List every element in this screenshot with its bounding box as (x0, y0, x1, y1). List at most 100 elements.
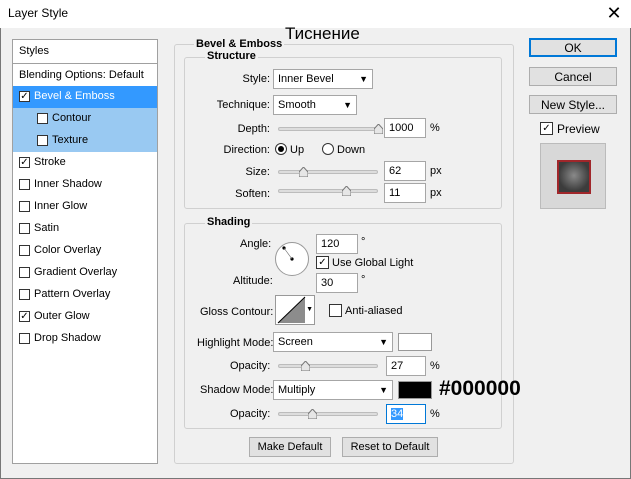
shadow-opacity-unit: % (430, 408, 440, 420)
style-item-checkbox[interactable] (19, 289, 30, 300)
size-slider-thumb[interactable] (298, 166, 309, 178)
style-item-checkbox[interactable] (19, 267, 30, 278)
depth-slider-thumb[interactable] (373, 123, 384, 135)
style-item-texture[interactable]: Texture (13, 130, 157, 152)
style-item-checkbox[interactable] (19, 179, 30, 190)
highlight-mode-label: Highlight Mode: (197, 337, 274, 349)
style-item-contour[interactable]: Contour (13, 108, 157, 130)
style-item-label: Bevel & Emboss (34, 90, 115, 102)
style-item-label: Color Overlay (34, 244, 102, 256)
shadow-opacity-label: Opacity: (230, 408, 271, 420)
angle-label: Angle: (240, 238, 272, 250)
size-slider[interactable] (278, 170, 378, 174)
style-item-label: Inner Shadow (34, 178, 102, 190)
cancel-button[interactable]: Cancel (529, 67, 617, 86)
make-default-button[interactable]: Make Default (249, 437, 331, 457)
reset-to-default-button[interactable]: Reset to Default (342, 437, 438, 457)
style-item-inner-glow[interactable]: Inner Glow (13, 196, 157, 218)
style-item-checkbox[interactable] (37, 135, 48, 146)
depth-unit: % (430, 122, 440, 134)
highlight-color-swatch[interactable] (398, 333, 432, 351)
style-item-outer-glow[interactable]: ✓ Outer Glow (13, 306, 157, 328)
shadow-color-swatch[interactable] (398, 381, 432, 399)
soften-input[interactable]: 11 (384, 183, 426, 203)
preview-label: Preview (557, 122, 600, 136)
style-item-label: Contour (52, 112, 92, 124)
highlight-opacity-label: Opacity: (230, 360, 271, 372)
style-item-pattern-overlay[interactable]: Pattern Overlay (13, 284, 157, 306)
soften-slider[interactable] (278, 189, 378, 193)
style-item-stroke[interactable]: ✓ Stroke (13, 152, 157, 174)
style-item-bevel-emboss[interactable]: ✓ Bevel & Emboss (13, 86, 157, 108)
style-item-gradient-overlay[interactable]: Gradient Overlay (13, 262, 157, 284)
style-item-inner-shadow[interactable]: Inner Shadow (13, 174, 157, 196)
style-item-checkbox[interactable] (37, 113, 48, 124)
depth-input[interactable]: 1000 (384, 118, 426, 138)
styles-header[interactable]: Styles (13, 40, 157, 64)
style-item-label: Pattern Overlay (34, 288, 111, 300)
close-icon[interactable]: ✕ (604, 2, 624, 24)
style-item-label: Inner Glow (34, 200, 88, 212)
style-dropdown[interactable]: Inner Bevel ▼ (273, 69, 373, 89)
depth-slider[interactable] (278, 127, 378, 131)
new-style-button[interactable]: New Style... (529, 95, 617, 114)
direction-up-radio[interactable] (275, 143, 287, 155)
altitude-input[interactable]: 30 (316, 273, 358, 293)
overlay-title-ru: Тиснение (285, 24, 360, 43)
style-item-satin[interactable]: Satin (13, 218, 157, 240)
angle-unit: ° (361, 236, 366, 248)
style-label: Style: (242, 73, 270, 85)
style-item-checkbox[interactable] (19, 245, 30, 256)
chevron-down-icon: ▼ (359, 74, 368, 84)
style-item-color-overlay[interactable]: Color Overlay (13, 240, 157, 262)
altitude-unit: ° (361, 274, 366, 286)
contour-preview-icon (277, 296, 306, 324)
blending-options-item[interactable]: Blending Options: Default (13, 64, 157, 86)
soften-slider-thumb[interactable] (341, 185, 352, 197)
highlight-opacity-input[interactable]: 27 (386, 356, 426, 376)
highlight-opacity-unit: % (430, 360, 440, 372)
preview-thumbnail (540, 143, 606, 209)
style-item-checkbox[interactable] (19, 201, 30, 212)
style-item-label: Stroke (34, 156, 66, 168)
chevron-down-icon: ▼ (343, 100, 352, 110)
size-input[interactable]: 62 (384, 161, 426, 181)
chevron-down-icon: ▼ (379, 385, 388, 395)
shadow-mode-label: Shadow Mode: (200, 384, 274, 396)
direction-down-radio[interactable] (322, 143, 334, 155)
preview-checkbox[interactable]: ✓ (540, 122, 553, 135)
technique-dropdown[interactable]: Smooth ▼ (273, 95, 357, 115)
style-item-checkbox[interactable]: ✓ (19, 91, 30, 102)
angle-wheel[interactable] (275, 242, 309, 276)
chevron-down-icon: ▼ (379, 337, 388, 347)
use-global-light-checkbox[interactable]: ✓ (316, 256, 329, 269)
bevel-emboss-title: Bevel & Emboss (194, 38, 285, 50)
highlight-mode-value: Screen (278, 336, 313, 348)
angle-dial-icon (282, 246, 294, 261)
shadow-opacity-slider[interactable] (278, 412, 378, 416)
style-item-checkbox[interactable] (19, 333, 30, 344)
style-item-checkbox[interactable]: ✓ (19, 157, 30, 168)
anti-aliased-checkbox[interactable] (329, 304, 342, 317)
shadow-opacity-input[interactable]: 34 (386, 404, 426, 424)
soften-label: Soften: (235, 188, 270, 200)
highlight-mode-dropdown[interactable]: Screen ▼ (273, 332, 393, 352)
shadow-mode-dropdown[interactable]: Multiply ▼ (273, 380, 393, 400)
style-item-label: Drop Shadow (34, 332, 101, 344)
style-item-checkbox[interactable] (19, 223, 30, 234)
gloss-contour-picker[interactable]: ▼ (275, 295, 315, 325)
ok-button[interactable]: OK (529, 38, 617, 57)
angle-input[interactable]: 120 (316, 234, 358, 254)
shadow-opacity-slider-thumb[interactable] (307, 408, 318, 420)
shadow-opacity-value: 34 (391, 408, 404, 420)
technique-label: Technique: (216, 99, 270, 111)
direction-up-label: Up (290, 144, 305, 156)
gloss-contour-label: Gloss Contour: (200, 306, 274, 318)
depth-label: Depth: (237, 123, 270, 135)
style-item-checkbox[interactable]: ✓ (19, 311, 30, 322)
style-item-drop-shadow[interactable]: Drop Shadow (13, 328, 157, 350)
contour-menu-arrow-icon[interactable]: ▼ (306, 306, 313, 313)
use-global-light-label: Use Global Light (332, 257, 414, 269)
highlight-opacity-slider[interactable] (278, 364, 378, 368)
highlight-opacity-slider-thumb[interactable] (300, 360, 311, 372)
